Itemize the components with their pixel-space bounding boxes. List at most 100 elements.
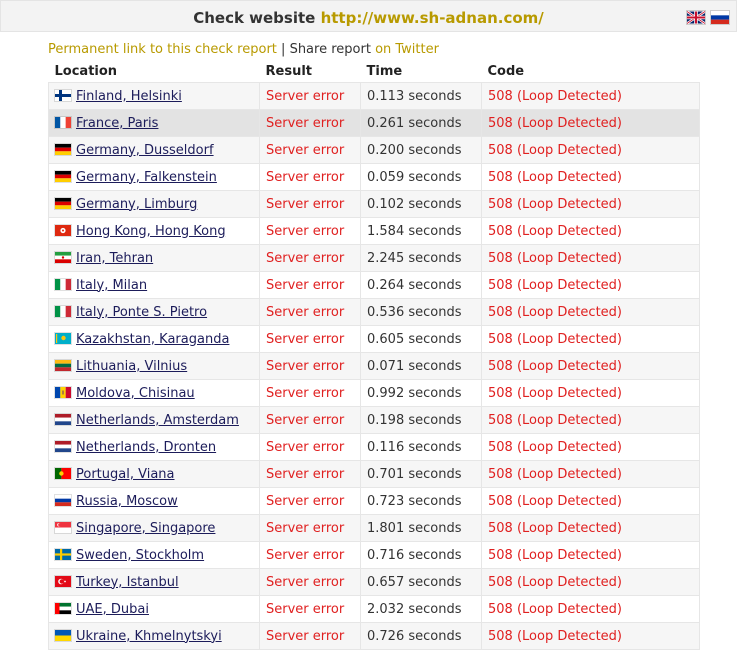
location-link[interactable]: Germany, Falkenstein (76, 170, 217, 185)
result-cell: Server error (259, 595, 361, 623)
location-link[interactable]: France, Paris (76, 116, 158, 131)
code-text: 508 (Loop Detected) (488, 574, 622, 590)
table-row: Germany, Falkenstein Server error 0.059 se… (48, 163, 700, 191)
twitter-link[interactable]: on Twitter (375, 42, 439, 57)
location-link[interactable]: Finland, Helsinki (76, 89, 182, 104)
permalink-link[interactable]: Permanent link to this check report (48, 42, 277, 57)
time-text: 0.264 seconds (367, 277, 462, 293)
result-cell: Server error (259, 82, 361, 110)
time-text: 0.116 seconds (367, 439, 462, 455)
english-flag-icon[interactable] (687, 11, 705, 24)
checked-url-link[interactable]: http://www.sh-adnan.com/ (321, 9, 544, 27)
code-text: 508 (Loop Detected) (488, 412, 622, 428)
md-flag-icon (55, 386, 71, 398)
code-cell: 508 (Loop Detected) (481, 352, 700, 380)
table-row: Germany, Limburg Server error 0.102 second… (48, 190, 700, 218)
ir-flag-icon (55, 251, 71, 263)
time-text: 2.245 seconds (367, 250, 462, 266)
result-cell: Server error (259, 271, 361, 299)
result-text: Server error (266, 250, 345, 266)
se-flag-icon (55, 548, 71, 560)
result-text: Server error (266, 439, 345, 455)
it-flag-icon (55, 278, 71, 290)
code-cell: 508 (Loop Detected) (481, 325, 700, 353)
location-link[interactable]: Ukraine, Khmelnytskyi (76, 629, 222, 644)
result-text: Server error (266, 385, 345, 401)
result-text: Server error (266, 142, 345, 158)
location-cell: Ukraine, Khmelnytskyi (48, 622, 260, 650)
location-link[interactable]: Kazakhstan, Karaganda (76, 332, 229, 347)
location-link[interactable]: Portugal, Viana (76, 467, 175, 482)
location-link[interactable]: Lithuania, Vilnius (76, 359, 187, 374)
code-text: 508 (Loop Detected) (488, 628, 622, 644)
lt-flag-icon (55, 359, 71, 371)
code-cell: 508 (Loop Detected) (481, 190, 700, 218)
table-header-row: Location Result Time Code (49, 61, 700, 83)
column-header-result: Result (265, 64, 313, 79)
location-cell: Netherlands, Amsterdam (48, 406, 260, 434)
location-cell: Germany, Limburg (48, 190, 260, 218)
result-cell: Server error (259, 568, 361, 596)
result-text: Server error (266, 277, 345, 293)
code-text: 508 (Loop Detected) (488, 493, 622, 509)
time-text: 0.605 seconds (367, 331, 462, 347)
location-cell: Finland, Helsinki (48, 82, 260, 110)
location-link[interactable]: Italy, Ponte S. Pietro (76, 305, 207, 320)
table-row: France, Paris Server error 0.261 seconds 50… (48, 109, 700, 137)
location-link[interactable]: Netherlands, Amsterdam (76, 413, 239, 428)
code-text: 508 (Loop Detected) (488, 331, 622, 347)
code-text: 508 (Loop Detected) (488, 439, 622, 455)
table-row: Netherlands, Amsterdam Server error 0.198 … (48, 406, 700, 434)
result-text: Server error (266, 412, 345, 428)
column-header-time: Time (366, 64, 403, 79)
location-cell: Moldova, Chisinau (48, 379, 260, 407)
result-cell: Server error (259, 325, 361, 353)
result-text: Server error (266, 88, 345, 104)
location-cell: Turkey, Istanbul (48, 568, 260, 596)
location-link[interactable]: Germany, Limburg (76, 197, 197, 212)
location-link[interactable]: Italy, Milan (76, 278, 147, 293)
report-links: Permanent link to this check report | Sh… (48, 42, 439, 57)
code-cell: 508 (Loop Detected) (481, 568, 700, 596)
russian-flag-icon[interactable] (711, 11, 729, 24)
location-link[interactable]: UAE, Dubai (76, 602, 149, 617)
table-row: Russia, Moscow Server error 0.723 seconds 5… (48, 487, 700, 515)
result-cell: Server error (259, 379, 361, 407)
code-cell: 508 (Loop Detected) (481, 109, 700, 137)
title-prefix: Check website (193, 9, 316, 27)
code-text: 508 (Loop Detected) (488, 223, 622, 239)
location-link[interactable]: Moldova, Chisinau (76, 386, 195, 401)
table-row: Italy, Ponte S. Pietro Server error 0.536 … (48, 298, 700, 326)
result-text: Server error (266, 196, 345, 212)
time-text: 0.992 seconds (367, 385, 462, 401)
table-row: Italy, Milan Server error 0.264 seconds 508… (48, 271, 700, 299)
location-link[interactable]: Singapore, Singapore (76, 521, 215, 536)
table-row: Netherlands, Dronten Server error 0.116 se… (48, 433, 700, 461)
code-text: 508 (Loop Detected) (488, 169, 622, 185)
time-text: 2.032 seconds (367, 601, 462, 617)
de-flag-icon (55, 143, 71, 155)
location-link[interactable]: Germany, Dusseldorf (76, 143, 214, 158)
location-link[interactable]: Iran, Tehran (76, 251, 153, 266)
time-text: 0.113 seconds (367, 88, 462, 104)
code-text: 508 (Loop Detected) (488, 115, 622, 131)
result-text: Server error (266, 331, 345, 347)
location-link[interactable]: Russia, Moscow (76, 494, 178, 509)
code-cell: 508 (Loop Detected) (481, 379, 700, 407)
location-cell: Iran, Tehran (48, 244, 260, 272)
result-cell: Server error (259, 190, 361, 218)
result-cell: Server error (259, 541, 361, 569)
time-text: 0.723 seconds (367, 493, 462, 509)
location-link[interactable]: Sweden, Stockholm (76, 548, 204, 563)
time-cell: 0.059 seconds (360, 163, 482, 191)
location-cell: Portugal, Viana (48, 460, 260, 488)
table-row: Singapore, Singapore Server error 1.801 se… (48, 514, 700, 542)
code-cell: 508 (Loop Detected) (481, 82, 700, 110)
code-cell: 508 (Loop Detected) (481, 460, 700, 488)
result-cell: Server error (259, 136, 361, 164)
location-link[interactable]: Netherlands, Dronten (76, 440, 216, 455)
code-text: 508 (Loop Detected) (488, 88, 622, 104)
location-link[interactable]: Turkey, Istanbul (76, 575, 179, 590)
result-cell: Server error (259, 433, 361, 461)
location-link[interactable]: Hong Kong, Hong Kong (76, 224, 226, 239)
